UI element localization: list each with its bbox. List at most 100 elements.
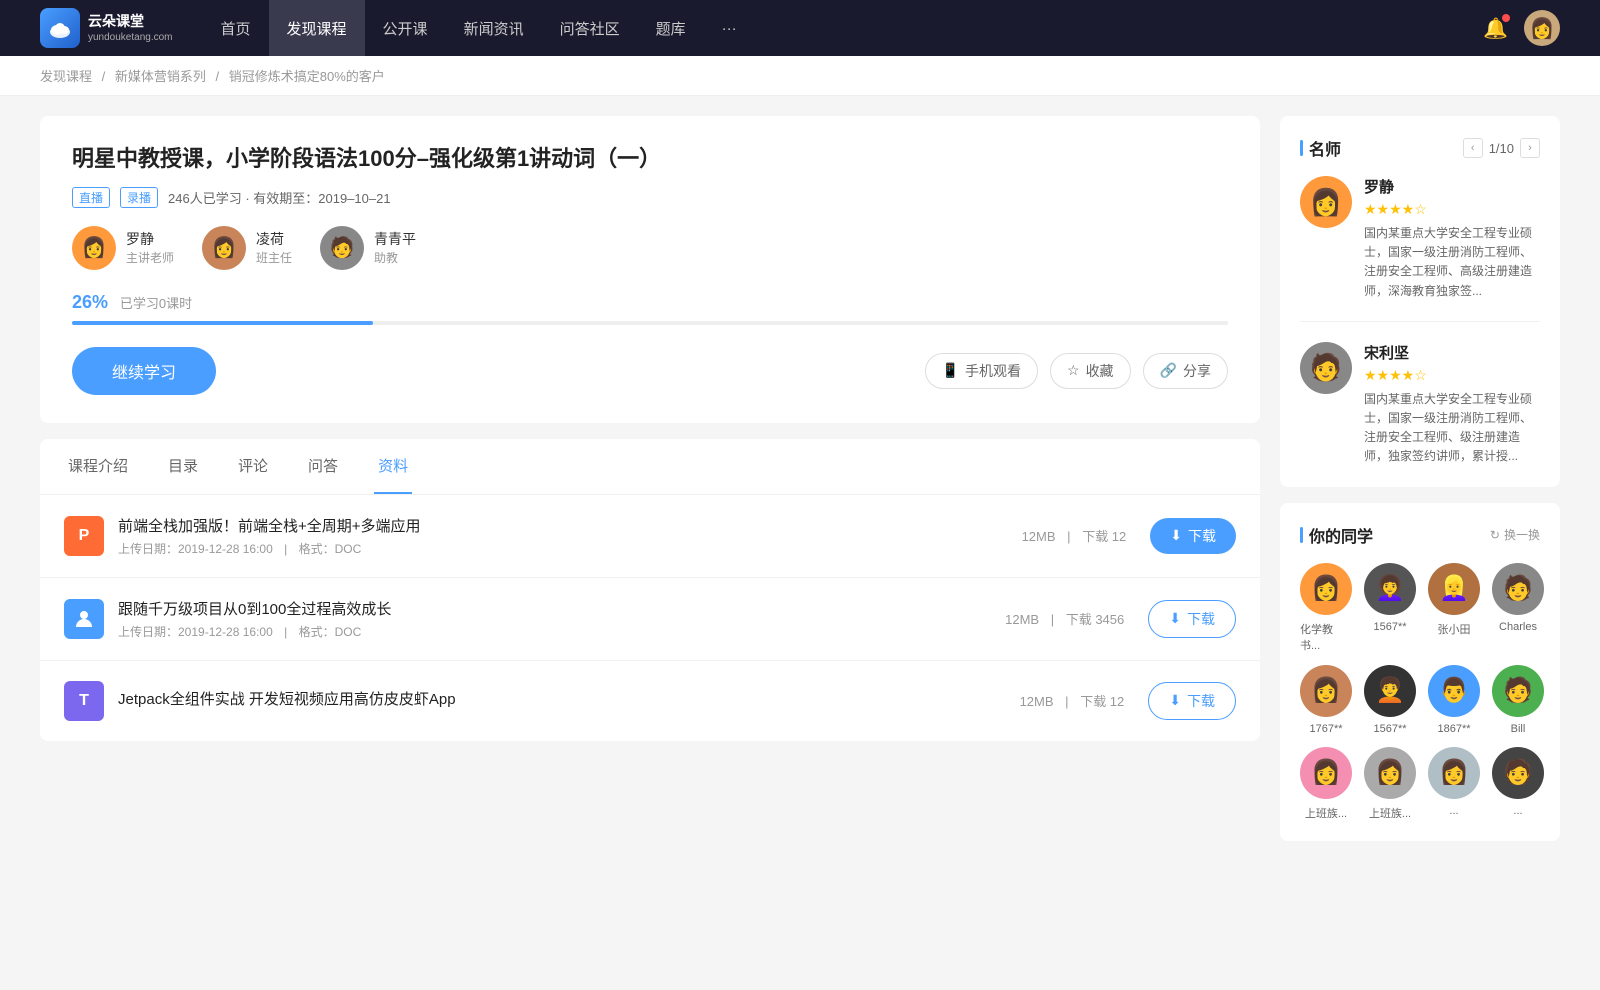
classmate-2[interactable]: 👩‍🦱 1567**	[1364, 563, 1416, 653]
refresh-button[interactable]: ↻ 换一换	[1490, 526, 1540, 543]
tab-intro[interactable]: 课程介绍	[64, 439, 132, 494]
resource-2-date: 上传日期：2019-12-28 16:00	[118, 625, 273, 639]
classmate-11[interactable]: 👩 ...	[1428, 747, 1480, 821]
teacher-2-role: 班主任	[256, 249, 292, 266]
share-button[interactable]: 🔗 分享	[1143, 353, 1228, 389]
classmate-4[interactable]: 🧑 Charles	[1492, 563, 1544, 653]
classmate-10-name: 上班族...	[1369, 805, 1411, 821]
tab-catalog[interactable]: 目录	[164, 439, 202, 494]
breadcrumb-link-2[interactable]: 新媒体营销系列	[115, 69, 206, 84]
resource-1-icon: P	[64, 516, 104, 556]
resource-1-date: 上传日期：2019-12-28 16:00	[118, 542, 273, 556]
resource-3-icon: T	[64, 681, 104, 721]
teachers-sidebar-header: 名师 ‹ 1/10 ›	[1300, 136, 1540, 160]
teacher-1-name: 罗静	[126, 229, 174, 249]
classmate-2-name: 1567**	[1373, 621, 1406, 633]
teacher-3-role: 助教	[374, 249, 416, 266]
classmate-10[interactable]: 👩 上班族...	[1364, 747, 1416, 821]
badge-record: 录播	[120, 187, 158, 208]
resource-2-sub: 上传日期：2019-12-28 16:00 | 格式：DOC	[118, 623, 981, 640]
classmate-6-avatar: 🧑‍🦱	[1364, 665, 1416, 717]
sidebar-teacher-2-desc: 国内某重点大学安全工程专业硕士，国家一级注册消防工程师、注册安全工程师、级注册建…	[1364, 390, 1540, 467]
classmate-5-name: 1767**	[1309, 723, 1342, 735]
resource-3-download-button[interactable]: ⬇ 下载	[1148, 682, 1236, 720]
collect-button[interactable]: ☆ 收藏	[1050, 353, 1131, 389]
resource-1-download-button[interactable]: ⬇ 下载	[1150, 518, 1236, 554]
nav-item-news[interactable]: 新闻资讯	[446, 0, 542, 56]
action-row: 继续学习 📱 手机观看 ☆ 收藏 🔗 分享	[72, 347, 1228, 395]
teacher-3-avatar: 🧑	[320, 226, 364, 270]
nav-logo[interactable]: 云朵课堂 yundouketang.com	[40, 8, 173, 48]
classmate-11-avatar: 👩	[1428, 747, 1480, 799]
resource-2-download-button[interactable]: ⬇ 下载	[1148, 600, 1236, 638]
logo-text: 云朵课堂 yundouketang.com	[88, 12, 173, 43]
resource-2-name: 跟随千万级项目从0到100全过程高效成长	[118, 598, 981, 619]
mobile-icon: 📱	[942, 362, 959, 379]
classmate-1-avatar: 👩	[1300, 563, 1352, 615]
refresh-label: 换一换	[1504, 526, 1540, 543]
resource-1-info: 前端全栈加强版！前端全栈+全周期+多端应用 上传日期：2019-12-28 16…	[118, 515, 998, 557]
share-icon: 🔗	[1160, 362, 1177, 379]
tab-review[interactable]: 评论	[234, 439, 272, 494]
resource-item-2: 跟随千万级项目从0到100全过程高效成长 上传日期：2019-12-28 16:…	[40, 578, 1260, 661]
classmate-6[interactable]: 🧑‍🦱 1567**	[1364, 665, 1416, 735]
prev-page-button[interactable]: ‹	[1463, 138, 1483, 158]
nav-item-quiz[interactable]: 题库	[638, 0, 704, 56]
sidebar-teacher-2-info: 宋利坚 ★★★★☆ 国内某重点大学安全工程专业硕士，国家一级注册消防工程师、注册…	[1364, 342, 1540, 467]
notification-bell[interactable]: 🔔	[1483, 16, 1508, 41]
badge-live: 直播	[72, 187, 110, 208]
breadcrumb-link-1[interactable]: 发现课程	[40, 69, 92, 84]
sidebar-teacher-1-avatar: 👩	[1300, 176, 1352, 228]
resource-2-stats: 12MB | 下载 3456	[1005, 609, 1124, 628]
notification-dot	[1502, 14, 1510, 22]
navbar: 云朵课堂 yundouketang.com 首页 发现课程 公开课 新闻资讯 问…	[0, 0, 1600, 56]
course-meta-text: 246人已学习 · 有效期至：2019–10–21	[168, 188, 391, 207]
breadcrumb-sep-2: /	[216, 69, 220, 84]
nav-item-more[interactable]: ···	[704, 0, 755, 56]
user-avatar[interactable]: 👩	[1524, 10, 1560, 46]
progress-pct: 26%	[72, 292, 108, 312]
teacher-3-name: 青青平	[374, 229, 416, 249]
classmates-accent-bar	[1300, 527, 1303, 543]
teacher-1-role: 主讲老师	[126, 249, 174, 266]
teachers-row: 👩 罗静 主讲老师 👩 凌荷 班主任 🧑 青青平	[72, 226, 1228, 270]
teacher-2-name: 凌荷	[256, 229, 292, 249]
resource-item-3: T Jetpack全组件实战 开发短视频应用高仿皮皮虾App 12MB | 下载…	[40, 661, 1260, 741]
mobile-watch-button[interactable]: 📱 手机观看	[925, 353, 1038, 389]
sidebar-teacher-2-name: 宋利坚	[1364, 342, 1540, 363]
download-3-label: 下载	[1187, 691, 1215, 711]
sidebar-teacher-1-desc: 国内某重点大学安全工程专业硕士，国家一级注册消防工程师、注册安全工程师、高级注册…	[1364, 224, 1540, 301]
download-1-icon: ⬇	[1170, 527, 1182, 544]
classmate-8-name: Bill	[1511, 723, 1526, 735]
nav-items: 首页 发现课程 公开课 新闻资讯 问答社区 题库 ···	[203, 0, 1484, 56]
nav-item-qa[interactable]: 问答社区	[542, 0, 638, 56]
classmate-12-avatar: 🧑	[1492, 747, 1544, 799]
resource-1-name: 前端全栈加强版！前端全栈+全周期+多端应用	[118, 515, 998, 536]
classmate-5[interactable]: 👩 1767**	[1300, 665, 1352, 735]
classmate-1[interactable]: 👩 化学教书...	[1300, 563, 1352, 653]
nav-item-open[interactable]: 公开课	[365, 0, 446, 56]
classmate-8[interactable]: 🧑 Bill	[1492, 665, 1544, 735]
resource-3-info: Jetpack全组件实战 开发短视频应用高仿皮皮虾App	[118, 688, 996, 713]
tab-resources[interactable]: 资料	[374, 439, 412, 494]
next-page-button[interactable]: ›	[1520, 138, 1540, 158]
classmate-12-name: ...	[1513, 805, 1522, 817]
classmate-9[interactable]: 👩 上班族...	[1300, 747, 1352, 821]
tab-qa[interactable]: 问答	[304, 439, 342, 494]
breadcrumb-current: 销冠修炼术搞定80%的客户	[229, 69, 385, 84]
progress-section: 26% 已学习0课时	[72, 292, 1228, 325]
classmate-3[interactable]: 👱‍♀️ 张小田	[1428, 563, 1480, 653]
resource-1-downloads: 下载 12	[1082, 529, 1126, 544]
classmate-2-avatar: 👩‍🦱	[1364, 563, 1416, 615]
refresh-icon: ↻	[1490, 528, 1500, 542]
classmate-9-avatar: 👩	[1300, 747, 1352, 799]
person-icon	[73, 608, 95, 630]
classmate-5-avatar: 👩	[1300, 665, 1352, 717]
nav-item-home[interactable]: 首页	[203, 0, 269, 56]
classmate-7[interactable]: 👨 1867**	[1428, 665, 1480, 735]
nav-item-discover[interactable]: 发现课程	[269, 0, 365, 56]
nav-right: 🔔 👩	[1483, 10, 1560, 46]
continue-button[interactable]: 继续学习	[72, 347, 216, 395]
classmate-12[interactable]: 🧑 ...	[1492, 747, 1544, 821]
classmate-9-name: 上班族...	[1305, 805, 1347, 821]
